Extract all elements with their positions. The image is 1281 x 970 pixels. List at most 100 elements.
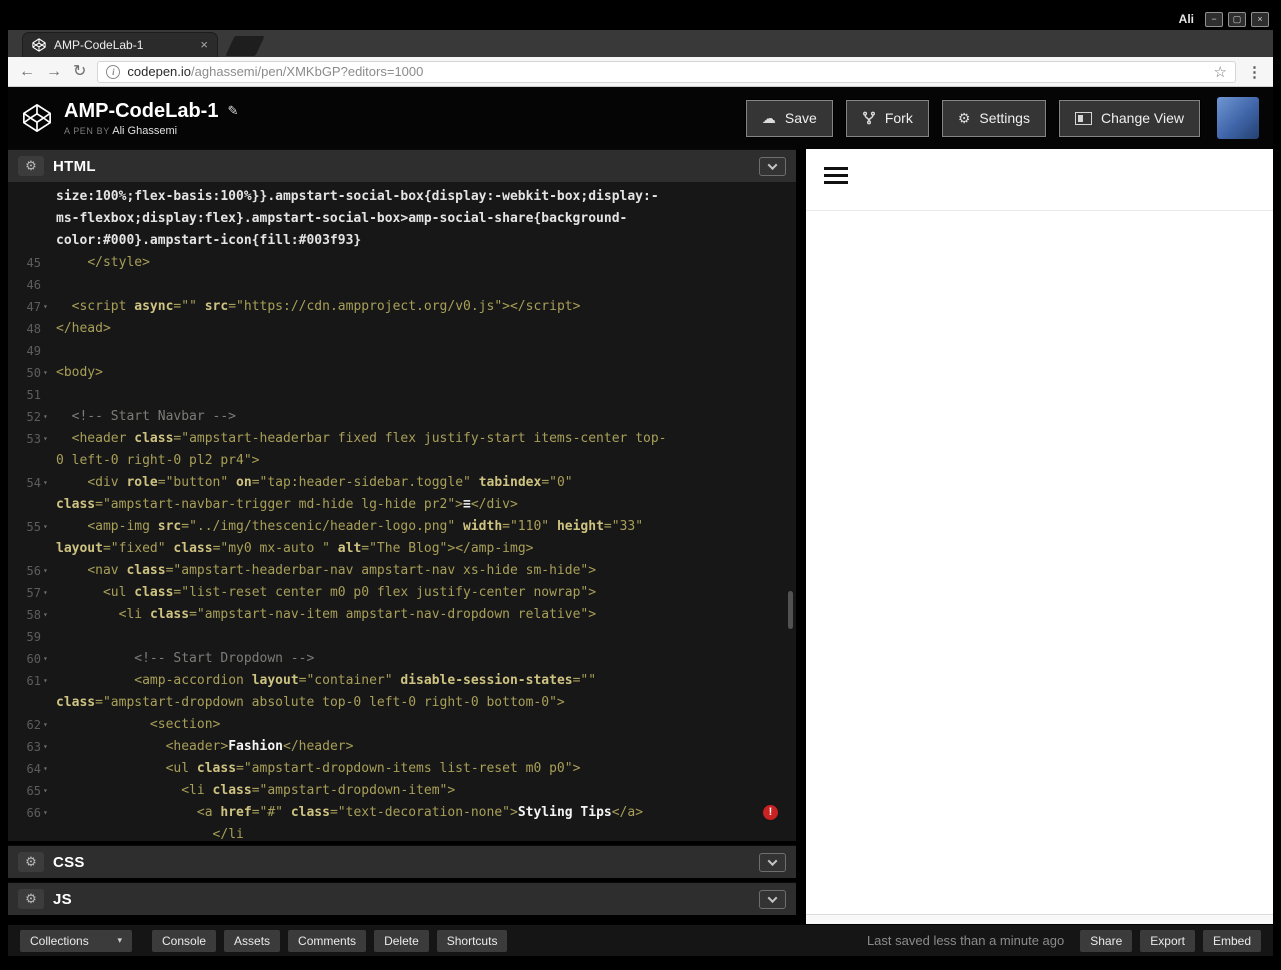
code-line[interactable]: 50 ▾ <body>: [8, 362, 796, 384]
code-line[interactable]: class="ampstart-navbar-trigger md-hide l…: [8, 494, 796, 516]
css-panel-gear-icon[interactable]: ⚙: [18, 852, 44, 872]
tab-close-icon[interactable]: ×: [200, 38, 208, 51]
fold-arrow-icon[interactable]: ▾: [43, 802, 51, 824]
js-panel-gear-icon[interactable]: ⚙: [18, 889, 44, 909]
embed-button[interactable]: Embed: [1202, 929, 1261, 952]
code-line[interactable]: 59: [8, 626, 796, 648]
save-button[interactable]: ☁ Save: [745, 99, 833, 137]
code-line[interactable]: 63 ▾ <header>Fashion</header>: [8, 736, 796, 758]
lint-error-icon[interactable]: !: [763, 805, 778, 820]
pen-author-link[interactable]: Ali Ghassemi: [112, 125, 177, 137]
fold-arrow-icon[interactable]: ▾: [43, 516, 51, 538]
code-line[interactable]: color:#000}.ampstart-icon{fill:#003f93}: [8, 230, 796, 252]
code-line[interactable]: 61 ▾ <amp-accordion layout="container" di…: [8, 670, 796, 692]
browser-tab[interactable]: AMP-CodeLab-1 ×: [22, 32, 218, 57]
code-line[interactable]: class="ampstart-dropdown absolute top-0 …: [8, 692, 796, 714]
code-line[interactable]: </li: [8, 824, 796, 841]
hamburger-menu-icon[interactable]: [824, 167, 848, 188]
forward-icon[interactable]: →: [46, 63, 62, 80]
collections-dropdown[interactable]: Collections ▾: [20, 929, 132, 952]
url-omnibox[interactable]: i codepen.io/aghassemi/pen/XMKbGP?editor…: [97, 60, 1236, 83]
html-panel-gear-icon[interactable]: ⚙: [18, 156, 44, 176]
save-button-label: Save: [784, 110, 817, 126]
editor-scrollbar[interactable]: [788, 590, 793, 629]
tab-bar: AMP-CodeLab-1 ×: [8, 30, 1273, 57]
browser-menu-icon[interactable]: ⋮: [1247, 63, 1262, 81]
delete-button[interactable]: Delete: [374, 929, 429, 952]
maximize-icon[interactable]: ▢: [1228, 11, 1246, 27]
fold-arrow-icon[interactable]: ▾: [43, 714, 51, 736]
new-tab-button[interactable]: [225, 36, 265, 56]
fold-arrow-icon[interactable]: ▾: [43, 296, 51, 318]
code-line[interactable]: 54 ▾ <div role="button" on="tap:header-si…: [8, 472, 796, 494]
line-gutter: [8, 186, 56, 208]
user-avatar[interactable]: [1217, 97, 1259, 139]
code-line[interactable]: 46: [8, 274, 796, 296]
code-line[interactable]: 48 </head>: [8, 318, 796, 340]
code-line[interactable]: size:100%;flex-basis:100%}}.ampstart-soc…: [8, 186, 796, 208]
code-line[interactable]: 47 ▾ <script async="" src="https://cdn.am…: [8, 296, 796, 318]
back-icon[interactable]: ←: [19, 63, 35, 80]
change-view-button[interactable]: Change View: [1058, 99, 1200, 137]
bookmark-star-icon[interactable]: ☆: [1214, 63, 1227, 81]
js-collapse-button[interactable]: [759, 889, 786, 909]
fold-arrow-icon[interactable]: ▾: [43, 736, 51, 758]
fold-arrow-icon[interactable]: ▾: [43, 648, 51, 670]
shortcuts-button[interactable]: Shortcuts: [436, 929, 508, 952]
code-line[interactable]: 57 ▾ <ul class="list-reset center m0 p0 f…: [8, 582, 796, 604]
minimize-icon[interactable]: −: [1205, 11, 1223, 27]
code-line[interactable]: 66 ▾ <a href="#" class="text-decoration-n…: [8, 802, 796, 824]
share-button[interactable]: Share: [1080, 929, 1133, 952]
fold-arrow-icon[interactable]: ▾: [43, 758, 51, 780]
code-line[interactable]: 64 ▾ <ul class="ampstart-dropdown-items l…: [8, 758, 796, 780]
assets-button[interactable]: Assets: [224, 929, 281, 952]
fold-arrow-icon[interactable]: ▾: [43, 780, 51, 802]
fold-arrow-icon[interactable]: ▾: [43, 560, 51, 582]
settings-button[interactable]: ⚙ Settings: [941, 99, 1046, 137]
code-line[interactable]: 45 </style>: [8, 252, 796, 274]
code-line[interactable]: 0 left-0 right-0 pl2 pr4">: [8, 450, 796, 472]
fold-arrow-icon[interactable]: ▾: [43, 670, 51, 692]
comments-button[interactable]: Comments: [288, 929, 367, 952]
edit-title-pencil-icon[interactable]: ✎: [227, 103, 238, 119]
code-line[interactable]: 49: [8, 340, 796, 362]
css-collapse-button[interactable]: [759, 852, 786, 872]
html-panel-header[interactable]: ⚙ HTML: [8, 149, 796, 182]
fork-button[interactable]: Fork: [845, 99, 929, 137]
fold-arrow-icon[interactable]: ▾: [43, 472, 51, 494]
line-gutter: [8, 494, 56, 516]
html-code-editor[interactable]: size:100%;flex-basis:100%}}.ampstart-soc…: [8, 182, 796, 841]
js-panel-header[interactable]: ⚙ JS: [8, 882, 796, 915]
code-line[interactable]: 58 ▾ <li class="ampstart-nav-item ampstar…: [8, 604, 796, 626]
browser-window: Ali − ▢ × AMP-CodeLab-1 × ← → ↻ i codepe…: [8, 8, 1273, 956]
code-line[interactable]: 65 ▾ <li class="ampstart-dropdown-item">: [8, 780, 796, 802]
code-line[interactable]: 55 ▾ <amp-img src="../img/thescenic/heade…: [8, 516, 796, 538]
close-icon[interactable]: ×: [1251, 11, 1269, 27]
css-panel-header[interactable]: ⚙ CSS: [8, 845, 796, 878]
code-line[interactable]: 60 ▾ <!-- Start Dropdown -->: [8, 648, 796, 670]
line-gutter: 57 ▾: [8, 582, 56, 604]
fold-arrow-icon[interactable]: ▾: [43, 428, 51, 450]
code-line[interactable]: 62 ▾ <section>: [8, 714, 796, 736]
code-line[interactable]: 56 ▾ <nav class="ampstart-headerbar-nav a…: [8, 560, 796, 582]
console-button[interactable]: Console: [152, 929, 217, 952]
reload-icon[interactable]: ↻: [73, 63, 86, 80]
code-line[interactable]: 53 ▾ <header class="ampstart-headerbar fi…: [8, 428, 796, 450]
pen-meta: AMP-CodeLab-1 ✎ A PEN BY Ali Ghassemi: [64, 100, 238, 137]
code-line[interactable]: layout="fixed" class="my0 mx-auto " alt=…: [8, 538, 796, 560]
export-button[interactable]: Export: [1140, 929, 1195, 952]
info-icon[interactable]: i: [106, 64, 121, 79]
fold-arrow-icon[interactable]: ▾: [43, 604, 51, 626]
line-gutter: 49: [26, 344, 41, 358]
main-split: ⚙ HTML size:100%;flex-basis:100%}}.ampst…: [8, 149, 1273, 924]
fold-arrow-icon[interactable]: ▾: [43, 582, 51, 604]
fold-arrow-icon[interactable]: ▾: [43, 362, 51, 384]
url-text: codepen.io/aghassemi/pen/XMKbGP?editors=…: [127, 64, 423, 79]
fold-arrow-icon[interactable]: ▾: [43, 406, 51, 428]
code-line[interactable]: 51: [8, 384, 796, 406]
code-line[interactable]: 52 ▾ <!-- Start Navbar -->: [8, 406, 796, 428]
html-collapse-button[interactable]: [759, 156, 786, 176]
line-gutter: 60 ▾: [8, 648, 56, 670]
line-gutter: 54 ▾: [8, 472, 56, 494]
code-line[interactable]: ms-flexbox;display:flex}.ampstart-social…: [8, 208, 796, 230]
